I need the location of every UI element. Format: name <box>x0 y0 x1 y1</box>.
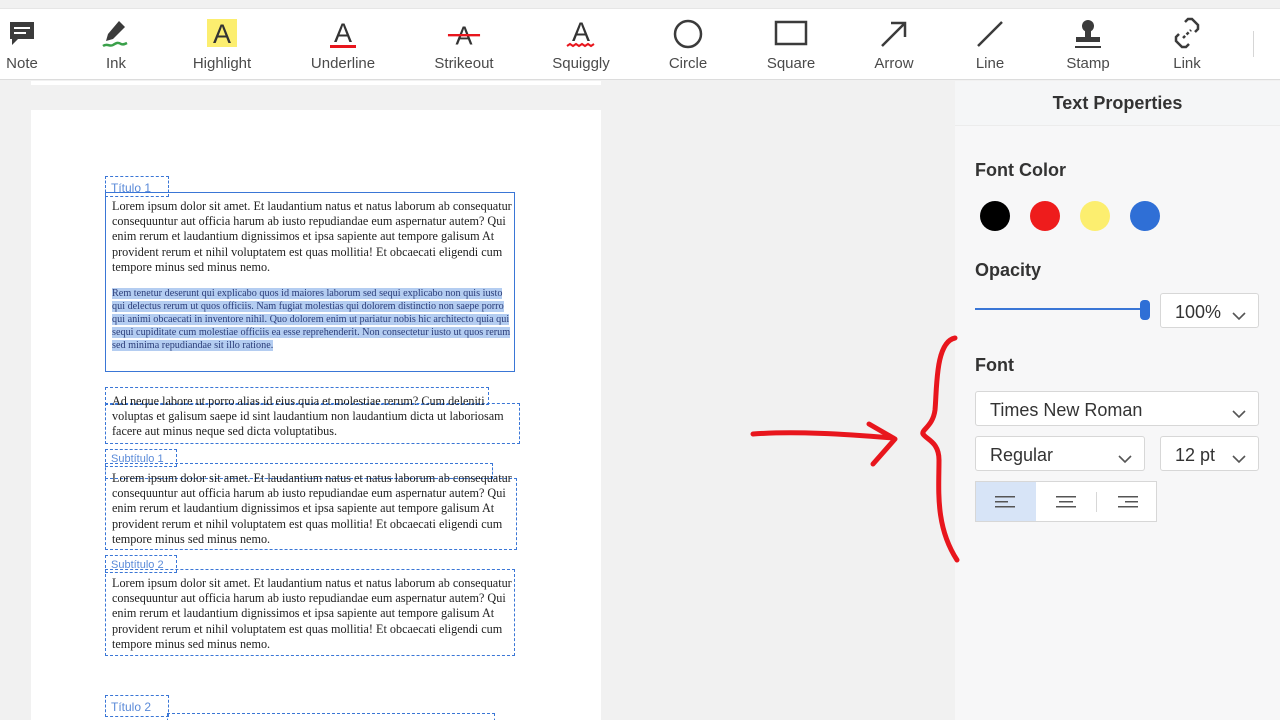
strikeout-glyph: A <box>455 22 472 50</box>
panel-title: Text Properties <box>1052 93 1183 113</box>
document-viewer[interactable]: Título 1 Lorem ipsum dolor sit amet. Et … <box>0 81 955 720</box>
arrow-icon <box>877 17 911 51</box>
tool-note[interactable]: Note <box>0 9 44 81</box>
panel-header: Text Properties <box>955 81 1280 126</box>
tool-label: Line <box>975 55 1005 72</box>
link-icon <box>1170 17 1204 51</box>
font-style-value: Regular <box>990 445 1054 465</box>
opacity-slider-track[interactable] <box>975 308 1145 310</box>
tool-link[interactable]: Link <box>1166 9 1208 81</box>
tool-highlight[interactable]: A Highlight <box>186 9 258 81</box>
square-icon <box>774 17 808 51</box>
tool-label: Arrow <box>874 55 914 72</box>
opacity-select[interactable]: 100% <box>1160 293 1259 328</box>
align-center-icon <box>1056 495 1076 507</box>
tool-label: Link <box>1173 55 1201 72</box>
stamp-icon <box>1071 17 1105 51</box>
tool-label: Highlight <box>192 55 252 72</box>
tool-strikeout[interactable]: A Strikeout <box>426 9 502 81</box>
paragraph-4[interactable]: Lorem ipsum dolor sit amet. Et laudantiu… <box>112 471 512 547</box>
tool-squiggly[interactable]: A Squiggly <box>546 9 616 81</box>
chevron-down-icon <box>1118 448 1132 464</box>
toolbar-divider <box>1253 31 1254 57</box>
underline-icon: A <box>326 17 360 51</box>
text-properties-panel: Text Properties Font Color Opacity 100% … <box>955 81 1280 720</box>
tool-square[interactable]: Square <box>760 9 822 81</box>
tool-label: Stamp <box>1066 55 1110 72</box>
highlight-icon: A <box>205 17 239 51</box>
color-swatch-yellow[interactable] <box>1080 201 1110 231</box>
text-alignment-group <box>975 481 1157 522</box>
tool-label: Circle <box>668 55 708 72</box>
tool-label: Ink <box>105 55 126 72</box>
strikeout-icon: A <box>447 17 481 51</box>
tool-stamp[interactable]: Stamp <box>1062 9 1114 81</box>
tool-line[interactable]: Line <box>968 9 1012 81</box>
tool-arrow[interactable]: Arrow <box>868 9 920 81</box>
color-swatch-black[interactable] <box>980 201 1010 231</box>
squiggly-glyph: A <box>572 17 590 47</box>
heading-title-2[interactable]: Título 2 <box>111 700 151 714</box>
paragraph-2-selected[interactable]: Rem tenetur deserunt qui explicabo quos … <box>112 288 512 353</box>
paragraph-1[interactable]: Lorem ipsum dolor sit amet. Et laudantiu… <box>112 199 512 275</box>
line-icon <box>973 17 1007 51</box>
note-icon <box>5 17 39 51</box>
tool-label: Underline <box>310 55 376 72</box>
opacity-label: Opacity <box>975 260 1042 280</box>
font-style-select[interactable]: Regular <box>975 436 1145 471</box>
font-family-select[interactable]: Times New Roman <box>975 391 1259 426</box>
opacity-slider-thumb[interactable] <box>1140 300 1150 320</box>
opacity-value: 100% <box>1175 302 1222 322</box>
color-swatch-red[interactable] <box>1030 201 1060 231</box>
align-right-icon <box>1118 495 1138 507</box>
document-page[interactable]: Título 1 Lorem ipsum dolor sit amet. Et … <box>31 110 601 720</box>
paragraph-5[interactable]: Lorem ipsum dolor sit amet. Et laudantiu… <box>112 576 512 652</box>
annotation-toolbar: Note Ink A Highlight A Underline A Strik… <box>0 8 1280 80</box>
align-left-button[interactable] <box>976 482 1036 521</box>
chevron-down-icon <box>1232 448 1246 464</box>
align-right-button[interactable] <box>1097 482 1157 521</box>
previous-page-edge <box>31 81 601 85</box>
circle-icon <box>671 17 705 51</box>
text-block-outline[interactable] <box>167 713 495 720</box>
highlight-glyph: A <box>213 19 231 49</box>
chevron-down-icon <box>1232 403 1246 419</box>
selection-highlight: Rem tenetur deserunt qui explicabo quos … <box>112 288 511 351</box>
tool-circle[interactable]: Circle <box>662 9 714 81</box>
tool-label: Note <box>6 55 38 72</box>
color-swatch-blue[interactable] <box>1130 201 1160 231</box>
pen-icon <box>99 17 133 51</box>
tool-underline[interactable]: A Underline <box>302 9 384 81</box>
tool-label: Squiggly <box>552 55 610 72</box>
squiggly-icon: A <box>564 17 598 51</box>
tool-label: Square <box>766 55 816 72</box>
tool-label: Strikeout <box>434 55 494 72</box>
font-label: Font <box>975 355 1014 375</box>
paragraph-3[interactable]: Ad neque labore ut porro alias id eius q… <box>112 394 517 440</box>
chevron-down-icon <box>1232 305 1246 321</box>
font-family-value: Times New Roman <box>990 400 1143 420</box>
align-center-button[interactable] <box>1036 482 1096 521</box>
font-color-label: Font Color <box>975 160 1066 180</box>
tool-ink[interactable]: Ink <box>92 9 140 81</box>
font-size-value: 12 pt <box>1175 445 1216 465</box>
underline-glyph: A <box>334 18 352 48</box>
font-size-select[interactable]: 12 pt <box>1160 436 1259 471</box>
align-left-icon <box>995 495 1015 507</box>
